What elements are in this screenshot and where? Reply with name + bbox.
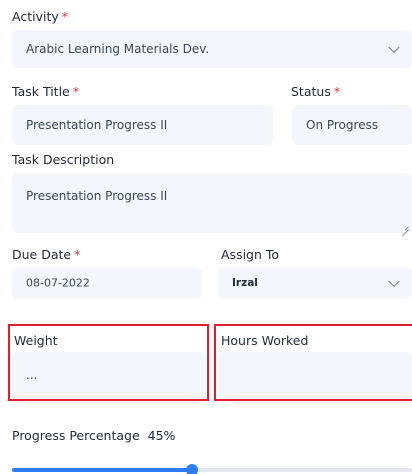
due-date-label: Due Date * [12, 247, 80, 262]
due-date-input[interactable]: 08-07-2022 [12, 267, 202, 299]
assign-to-label-text: Assign To [221, 247, 280, 262]
activity-select[interactable]: Arabic Learning Materials Dev. [12, 30, 412, 68]
chevron-down-icon [388, 41, 400, 54]
weight-highlight-box [8, 324, 209, 401]
required-mark: * [61, 9, 68, 24]
status-label-text: Status [291, 84, 331, 99]
task-description-textarea[interactable]: Presentation Progress II [12, 173, 412, 233]
status-field[interactable]: On Progress [292, 105, 412, 145]
status-value: On Progress [306, 118, 379, 132]
activity-label-text: Activity [12, 9, 59, 24]
due-date-value: 08-07-2022 [26, 276, 90, 290]
progress-label-text: Progress Percentage [12, 428, 140, 443]
task-title-label-text: Task Title [12, 84, 70, 99]
assign-to-value: Irzal [232, 277, 258, 289]
required-mark: * [74, 247, 81, 262]
status-label: Status * [291, 84, 340, 99]
activity-label: Activity * [12, 9, 68, 24]
task-title-value: Presentation Progress II [26, 118, 168, 132]
chevron-down-icon [388, 275, 400, 288]
task-description-value: Presentation Progress II [26, 189, 168, 203]
assign-to-select[interactable]: Irzal [218, 267, 412, 299]
task-title-label: Task Title * [12, 84, 79, 99]
progress-slider[interactable] [12, 464, 412, 474]
resize-handle-icon[interactable] [401, 222, 409, 230]
required-mark: * [333, 84, 341, 99]
task-description-label-text: Task Description [12, 152, 115, 167]
task-description-label: Task Description [12, 152, 114, 167]
assign-to-label: Assign To [221, 247, 279, 262]
activity-value: Arabic Learning Materials Dev. [26, 42, 210, 56]
task-title-input[interactable]: Presentation Progress II [12, 105, 273, 145]
progress-label: Progress Percentage 45% [12, 428, 175, 443]
hours-worked-highlight-box [214, 324, 412, 401]
progress-slider-thumb[interactable] [186, 464, 198, 474]
due-date-label-text: Due Date [12, 247, 72, 262]
required-mark: * [72, 84, 79, 99]
progress-slider-fill [12, 468, 192, 472]
progress-value: 45% [147, 428, 176, 443]
